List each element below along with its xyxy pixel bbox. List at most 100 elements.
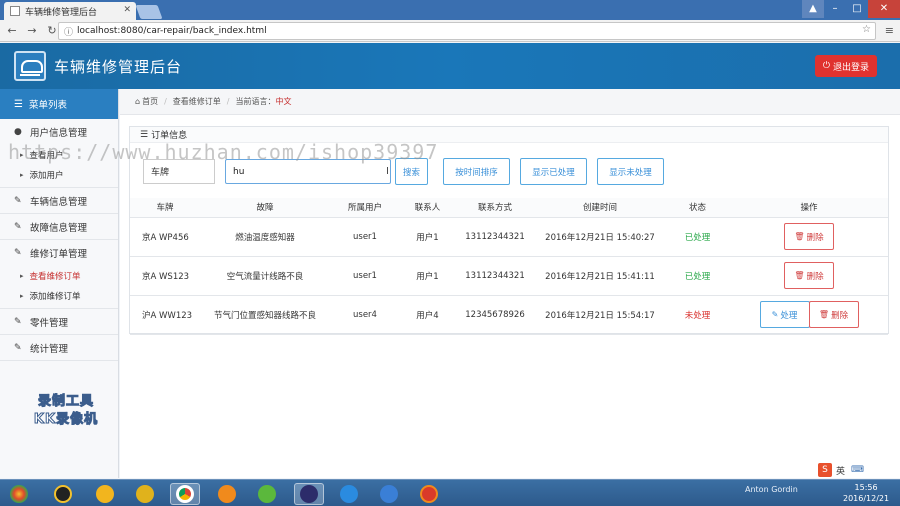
cell-plate: 京A WS123 — [130, 256, 200, 296]
cloud-app-icon[interactable] — [334, 483, 364, 505]
search-input-value: hu — [233, 166, 245, 177]
sidebar-item-vehicle-management[interactable]: ✎ 车辆信息管理 — [0, 188, 118, 214]
caret-right-icon: ▸ — [20, 272, 24, 280]
cell-status: 已处理 — [665, 217, 730, 257]
ie-browser-icon[interactable] — [90, 483, 120, 505]
edit-icon: ✎ — [14, 195, 22, 206]
text-cursor-icon: I — [386, 166, 389, 177]
taskbar-clock[interactable]: 15:56 2016/12/21 — [843, 482, 889, 504]
profile-icon[interactable]: ▲ — [802, 0, 824, 18]
cell-user: user1 — [330, 256, 400, 296]
col-header-time: 创建时间 — [535, 198, 665, 218]
logout-button[interactable]: ⏻ 退出登录 — [815, 55, 877, 77]
sort-button-label: 按时间排序 — [455, 167, 498, 178]
col-header-phone: 联系方式 — [455, 198, 535, 218]
qq-icon[interactable] — [48, 483, 78, 505]
col-header-fault: 故障 — [200, 198, 330, 218]
green-app-icon[interactable] — [252, 483, 282, 505]
search-input[interactable]: hu I — [225, 159, 391, 184]
new-tab-button[interactable] — [135, 5, 163, 19]
page-info-icon[interactable]: ⓘ — [64, 25, 73, 38]
sidebar-sub-add-order[interactable]: ▸ 添加维修订单 — [0, 286, 118, 306]
recorder-line2: KK录像机 — [33, 412, 99, 428]
tab-close-icon[interactable]: ✕ — [123, 5, 131, 15]
browser-menu-icon[interactable]: ≡ — [885, 24, 894, 37]
cell-actions: 🗑 删除 — [730, 256, 888, 296]
cell-time: 2016年12月21日 15:40:27 — [535, 217, 665, 257]
table-row: 京A WS123 空气流量计线路不良 user1 用户1 13112344321… — [130, 256, 888, 296]
process-button[interactable]: ✎ 处理 — [759, 301, 810, 328]
table-row: 沪A WW123 节气门位置感知器线路不良 user4 用户4 12345678… — [130, 295, 888, 335]
back-arrow-icon[interactable]: ← — [4, 24, 20, 37]
media-player-icon[interactable] — [130, 483, 160, 505]
wifi-app-icon[interactable] — [212, 483, 242, 505]
cell-time: 2016年12月21日 15:54:17 — [535, 295, 665, 335]
cell-contact: 用户1 — [400, 217, 455, 257]
sidebar-sub-label: 添加用户 — [29, 171, 64, 181]
sidebar-item-parts-management[interactable]: ✎ 零件管理 — [0, 309, 118, 335]
edit-icon: ✎ — [14, 316, 22, 327]
filter-select-value: 车牌 — [151, 168, 170, 178]
taskbar: Anton Gordin 15:56 2016/12/21 — [0, 479, 900, 506]
breadcrumb-lang-prefix: 当前语言： — [235, 97, 276, 106]
sidebar-item-stats-management[interactable]: ✎ 统计管理 — [0, 335, 118, 361]
recorder-line1: 录制工具 — [37, 394, 94, 410]
tray-user: Anton Gordin — [745, 485, 798, 494]
chrome-icon[interactable] — [170, 483, 200, 505]
cell-actions: 🗑 删除 — [730, 217, 888, 257]
maximize-button[interactable]: □ — [846, 0, 868, 18]
breadcrumb-lang: 中文 — [275, 97, 292, 106]
app-title: 车辆维修管理后台 — [54, 58, 183, 76]
sidebar-item-user-management[interactable]: ● 用户信息管理 — [0, 119, 118, 145]
recorder-app-icon[interactable] — [414, 483, 444, 505]
col-header-plate: 车牌 — [130, 198, 200, 218]
sidebar-item-label: 车辆信息管理 — [30, 196, 88, 208]
delete-button[interactable]: 🗑 删除 — [784, 223, 834, 250]
url-text: localhost:8080/car-repair/back_index.htm… — [77, 26, 267, 36]
breadcrumb-home[interactable]: 首页 — [142, 96, 158, 107]
ime-toolbar[interactable]: S 英 ⌨ — [818, 462, 884, 478]
sidebar-item-fault-management[interactable]: ✎ 故障信息管理 — [0, 214, 118, 240]
user-icon: ● — [14, 127, 22, 137]
clock-date: 2016/12/21 — [843, 494, 890, 503]
window-close-button[interactable]: ✕ — [868, 0, 900, 18]
sidebar-sub-view-orders[interactable]: ▸ 查看维修订单 — [0, 266, 118, 286]
breadcrumb-page[interactable]: 查看维修订单 — [173, 96, 221, 107]
eclipse-icon[interactable] — [294, 483, 324, 505]
show-unprocessed-button[interactable]: 显示未处理 — [597, 158, 664, 185]
logout-label: 退出登录 — [833, 62, 870, 73]
delete-button[interactable]: 🗑 删除 — [808, 301, 859, 328]
sidebar-sub-view-users[interactable]: ▸ 查看用户 — [0, 145, 118, 165]
col-header-user: 所属用户 — [330, 198, 400, 218]
minimize-button[interactable]: – — [824, 0, 846, 18]
search-button-label: 搜索 — [402, 167, 420, 178]
col-header-contact: 联系人 — [400, 198, 455, 218]
cell-actions: ✎ 处理 🗑 删除 — [730, 295, 888, 335]
bookmark-star-icon[interactable]: ☆ — [862, 24, 871, 35]
sogou-icon: S — [818, 463, 832, 477]
sort-by-time-button[interactable]: 按时间排序 — [443, 158, 510, 185]
table-header-row: 车牌 故障 所属用户 联系人 联系方式 创建时间 状态 操作 — [130, 198, 888, 218]
show-processed-button[interactable]: 显示已处理 — [520, 158, 587, 185]
delete-button[interactable]: 🗑 删除 — [784, 262, 834, 289]
cell-phone: 13112344321 — [455, 256, 535, 296]
edit-icon: ✎ — [14, 221, 22, 232]
panel-header: ☰ 订单信息 — [130, 127, 888, 143]
car-logo-icon — [14, 51, 46, 81]
app-header: 车辆维修管理后台 ⏻ 退出登录 — [0, 43, 900, 89]
browser-tab[interactable]: 车辆维修管理后台 ✕ — [4, 2, 136, 20]
cell-phone: 13112344321 — [455, 217, 535, 257]
search-button[interactable]: 搜索 — [395, 158, 428, 185]
browser-tab-title: 车辆维修管理后台 — [25, 7, 98, 18]
sidebar-item-order-management[interactable]: ✎ 维修订单管理 — [0, 240, 118, 266]
edit-icon: ✎ — [771, 310, 779, 319]
sidebar-item-label: 零件管理 — [30, 317, 69, 329]
sidebar-header-label: 菜单列表 — [28, 100, 67, 111]
forward-arrow-icon[interactable]: → — [24, 24, 40, 37]
start-button[interactable] — [4, 483, 34, 505]
filter-field-select[interactable]: 车牌 — [143, 159, 215, 184]
cell-time: 2016年12月21日 15:41:11 — [535, 256, 665, 296]
url-field[interactable]: ⓘ localhost:8080/car-repair/back_index.h… — [58, 22, 876, 40]
pen-app-icon[interactable] — [374, 483, 404, 505]
sidebar-sub-add-user[interactable]: ▸ 添加用户 — [0, 165, 118, 185]
